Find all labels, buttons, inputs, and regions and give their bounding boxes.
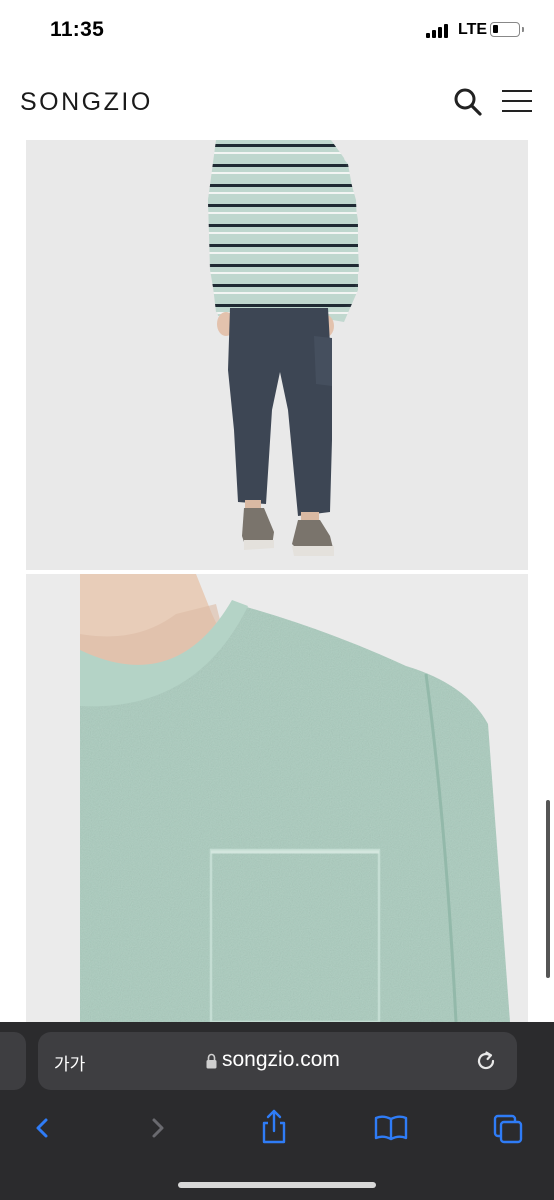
battery-icon (490, 22, 524, 37)
bookmarks-icon[interactable] (371, 1106, 411, 1146)
status-time: 11:35 (50, 18, 105, 41)
forward-icon[interactable] (138, 1106, 178, 1146)
home-indicator[interactable] (178, 1182, 376, 1188)
page-scrollbar[interactable] (546, 800, 550, 978)
share-icon[interactable] (254, 1106, 294, 1146)
site-header: SONGZIO (0, 58, 554, 140)
brand-logo[interactable]: SONGZIO (20, 88, 153, 117)
browser-toolbar (0, 1098, 554, 1158)
hamburger-menu-icon[interactable] (500, 88, 536, 114)
search-icon[interactable] (452, 86, 484, 118)
full-outfit-photo (26, 140, 528, 570)
lock-icon (206, 1053, 217, 1069)
signal-icon (426, 22, 452, 38)
reload-icon[interactable] (474, 1049, 498, 1073)
text-size-button[interactable]: 가가 (54, 1050, 85, 1075)
back-icon[interactable] (22, 1106, 62, 1146)
tabs-icon[interactable] (488, 1106, 528, 1146)
sweater-closeup-photo (26, 574, 528, 1022)
status-bar: 11:35 LTE (0, 0, 554, 58)
previous-tab-preview[interactable] (0, 1032, 26, 1090)
url-text: songzio.com (222, 1048, 340, 1071)
address-bar[interactable]: 가가 songzio.com (38, 1032, 517, 1090)
network-label: LTE (458, 21, 488, 38)
